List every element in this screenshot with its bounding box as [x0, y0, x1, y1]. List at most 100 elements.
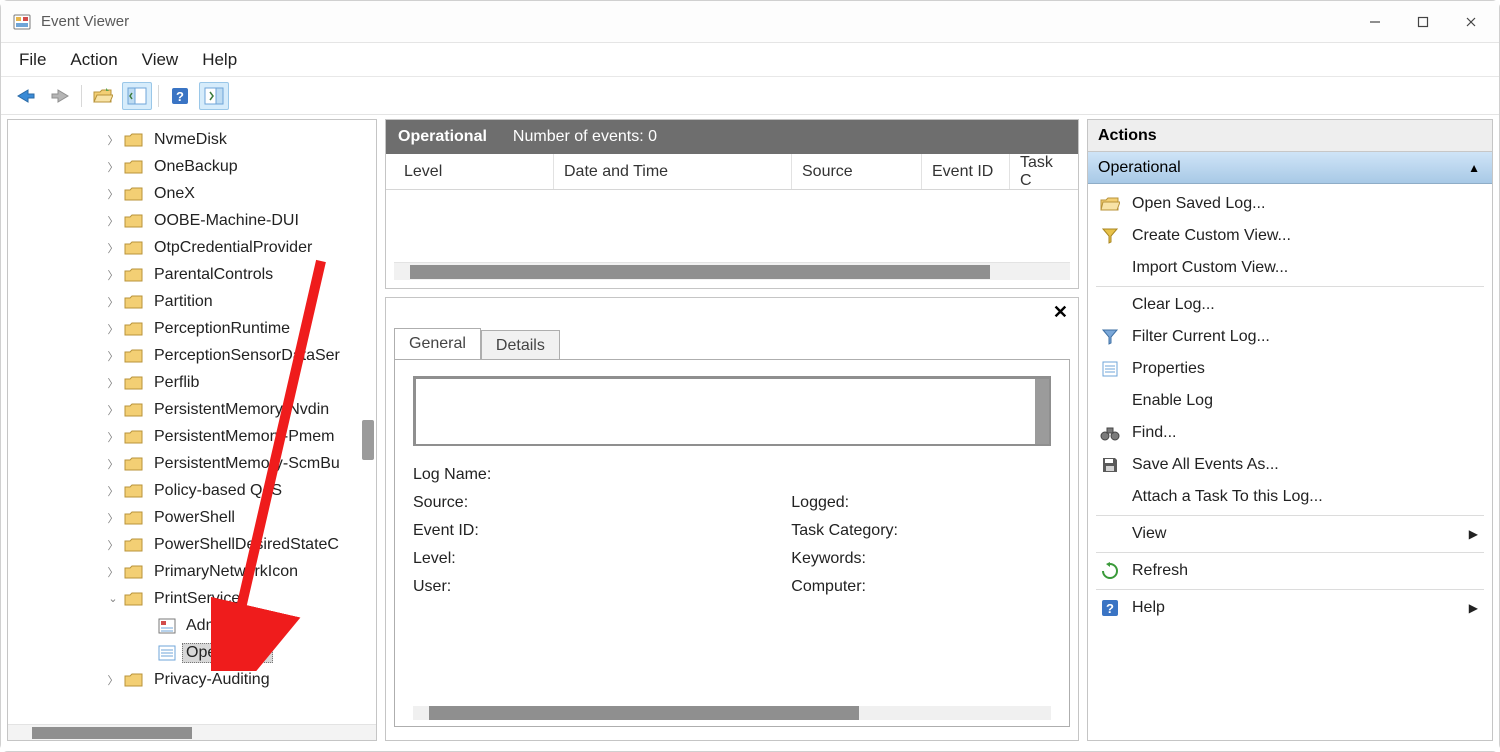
- folder-icon: [124, 510, 144, 526]
- tree-item[interactable]: 〉PrimaryNetworkIcon: [8, 558, 376, 585]
- tree-item[interactable]: 〉PersistentMemory-ScmBu: [8, 450, 376, 477]
- tree-item[interactable]: 〉OtpCredentialProvider: [8, 234, 376, 261]
- tree-item-printservice[interactable]: ⌄PrintService: [8, 585, 376, 612]
- chevron-right-icon[interactable]: 〉: [106, 510, 120, 526]
- tree-item-operational[interactable]: Operational: [8, 639, 376, 666]
- chevron-right-icon[interactable]: 〉: [106, 483, 120, 499]
- tree-item[interactable]: 〉 PersistentMemory-Pmem: [8, 423, 376, 450]
- field-eventid: Event ID:: [413, 522, 491, 540]
- chevron-right-icon[interactable]: 〉: [106, 537, 120, 553]
- funnel-icon: [1100, 226, 1120, 246]
- svg-text:?: ?: [1106, 601, 1114, 616]
- chevron-right-icon[interactable]: 〉: [106, 132, 120, 148]
- menu-bar: File Action View Help: [1, 43, 1499, 77]
- action-save-all-events[interactable]: Save All Events As...: [1088, 449, 1492, 481]
- chevron-right-icon[interactable]: 〉: [106, 375, 120, 391]
- help-icon[interactable]: ?: [165, 82, 195, 110]
- open-log-icon[interactable]: [88, 82, 118, 110]
- tree-item[interactable]: 〉OneX: [8, 180, 376, 207]
- action-enable-log[interactable]: Enable Log: [1088, 385, 1492, 417]
- close-button[interactable]: [1447, 4, 1495, 40]
- tree-item[interactable]: 〉 PerceptionRuntime: [8, 315, 376, 342]
- chevron-right-icon[interactable]: 〉: [106, 429, 120, 445]
- actions-subheader[interactable]: Operational ▲: [1088, 152, 1492, 184]
- folder-icon: [124, 348, 144, 364]
- menu-file[interactable]: File: [19, 50, 46, 70]
- show-hide-actions-icon[interactable]: [199, 82, 229, 110]
- chevron-right-icon[interactable]: 〉: [106, 672, 120, 688]
- tree-item-label: PersistentMemory-Pmem: [154, 428, 334, 445]
- action-create-custom-view[interactable]: Create Custom View...: [1088, 220, 1492, 252]
- action-find[interactable]: Find...: [1088, 417, 1492, 449]
- tree-item[interactable]: 〉OneBackup: [8, 153, 376, 180]
- action-filter-current-log[interactable]: Filter Current Log...: [1088, 321, 1492, 353]
- folder-icon: [124, 267, 144, 283]
- maximize-button[interactable]: [1399, 4, 1447, 40]
- action-help-submenu[interactable]: ? Help ▶: [1088, 592, 1492, 624]
- col-source[interactable]: Source: [792, 154, 922, 189]
- action-attach-task[interactable]: Attach a Task To this Log...: [1088, 481, 1492, 513]
- chevron-right-icon[interactable]: 〉: [106, 564, 120, 580]
- tree-item[interactable]: 〉PowerShellDesiredStateC: [8, 531, 376, 558]
- actions-list: Open Saved Log... Create Custom View... …: [1088, 184, 1492, 628]
- action-open-saved-log[interactable]: Open Saved Log...: [1088, 188, 1492, 220]
- tree-horizontal-scrollbar[interactable]: [8, 724, 376, 740]
- tree-item[interactable]: 〉ParentalControls: [8, 261, 376, 288]
- actions-header: Actions: [1088, 120, 1492, 152]
- details-horizontal-scrollbar[interactable]: [413, 706, 1051, 720]
- tree-item[interactable]: 〉NvmeDisk: [8, 126, 376, 153]
- chevron-right-icon[interactable]: 〉: [106, 456, 120, 472]
- folder-icon: [124, 456, 144, 472]
- tree-item-admin[interactable]: Admin: [8, 612, 376, 639]
- col-taskcategory[interactable]: Task C: [1010, 154, 1070, 189]
- minimize-button[interactable]: [1351, 4, 1399, 40]
- collapse-icon[interactable]: ▲: [1468, 161, 1480, 175]
- tab-general[interactable]: General: [394, 328, 481, 359]
- refresh-icon: [1100, 561, 1120, 581]
- tree-item-label: Admin: [186, 617, 231, 634]
- back-button[interactable]: [11, 82, 41, 110]
- chevron-right-icon[interactable]: 〉: [106, 321, 120, 337]
- chevron-right-icon[interactable]: 〉: [106, 402, 120, 418]
- action-view-submenu[interactable]: View ▶: [1088, 518, 1492, 550]
- chevron-right-icon[interactable]: 〉: [106, 348, 120, 364]
- chevron-right-icon[interactable]: 〉: [106, 267, 120, 283]
- action-clear-log[interactable]: Clear Log...: [1088, 289, 1492, 321]
- forward-button[interactable]: [45, 82, 75, 110]
- chevron-right-icon[interactable]: 〉: [106, 213, 120, 229]
- filter-icon: [1100, 327, 1120, 347]
- tree-item-label: Perflib: [154, 374, 199, 391]
- tree-item[interactable]: 〉PerceptionSensorDataSer: [8, 342, 376, 369]
- tree-item[interactable]: 〉Privacy-Auditing: [8, 666, 376, 693]
- tree-item[interactable]: 〉Policy-based QoS: [8, 477, 376, 504]
- action-import-custom-view[interactable]: Import Custom View...: [1088, 252, 1492, 284]
- menu-action[interactable]: Action: [70, 50, 117, 70]
- folder-icon: [124, 132, 144, 148]
- tab-details[interactable]: Details: [481, 330, 560, 361]
- help-icon: ?: [1100, 598, 1120, 618]
- col-datetime[interactable]: Date and Time: [554, 154, 792, 189]
- chevron-right-icon[interactable]: 〉: [106, 294, 120, 310]
- action-refresh[interactable]: Refresh: [1088, 555, 1492, 587]
- events-horizontal-scrollbar[interactable]: [394, 262, 1070, 280]
- chevron-right-icon[interactable]: 〉: [106, 240, 120, 256]
- close-details-icon[interactable]: ✕: [1053, 302, 1068, 323]
- chevron-down-icon[interactable]: ⌄: [106, 592, 120, 605]
- chevron-right-icon[interactable]: 〉: [106, 159, 120, 175]
- menu-view[interactable]: View: [142, 50, 179, 70]
- action-properties[interactable]: Properties: [1088, 353, 1492, 385]
- tree-item[interactable]: 〉PersistentMemory-Nvdin: [8, 396, 376, 423]
- show-hide-tree-icon[interactable]: [122, 82, 152, 110]
- tree-item-label: PerceptionRuntime: [154, 320, 290, 337]
- chevron-right-icon[interactable]: 〉: [106, 186, 120, 202]
- message-scrollbar[interactable]: [1035, 379, 1049, 444]
- tree-item[interactable]: 〉Partition: [8, 288, 376, 315]
- menu-help[interactable]: Help: [202, 50, 237, 70]
- binoculars-icon: [1100, 423, 1120, 443]
- col-level[interactable]: Level: [394, 154, 554, 189]
- tree-item[interactable]: 〉PowerShell: [8, 504, 376, 531]
- tree-item[interactable]: 〉 Perflib: [8, 369, 376, 396]
- col-eventid[interactable]: Event ID: [922, 154, 1010, 189]
- tree-item[interactable]: 〉OOBE-Machine-DUI: [8, 207, 376, 234]
- tree-vertical-scrollbar[interactable]: [362, 420, 374, 460]
